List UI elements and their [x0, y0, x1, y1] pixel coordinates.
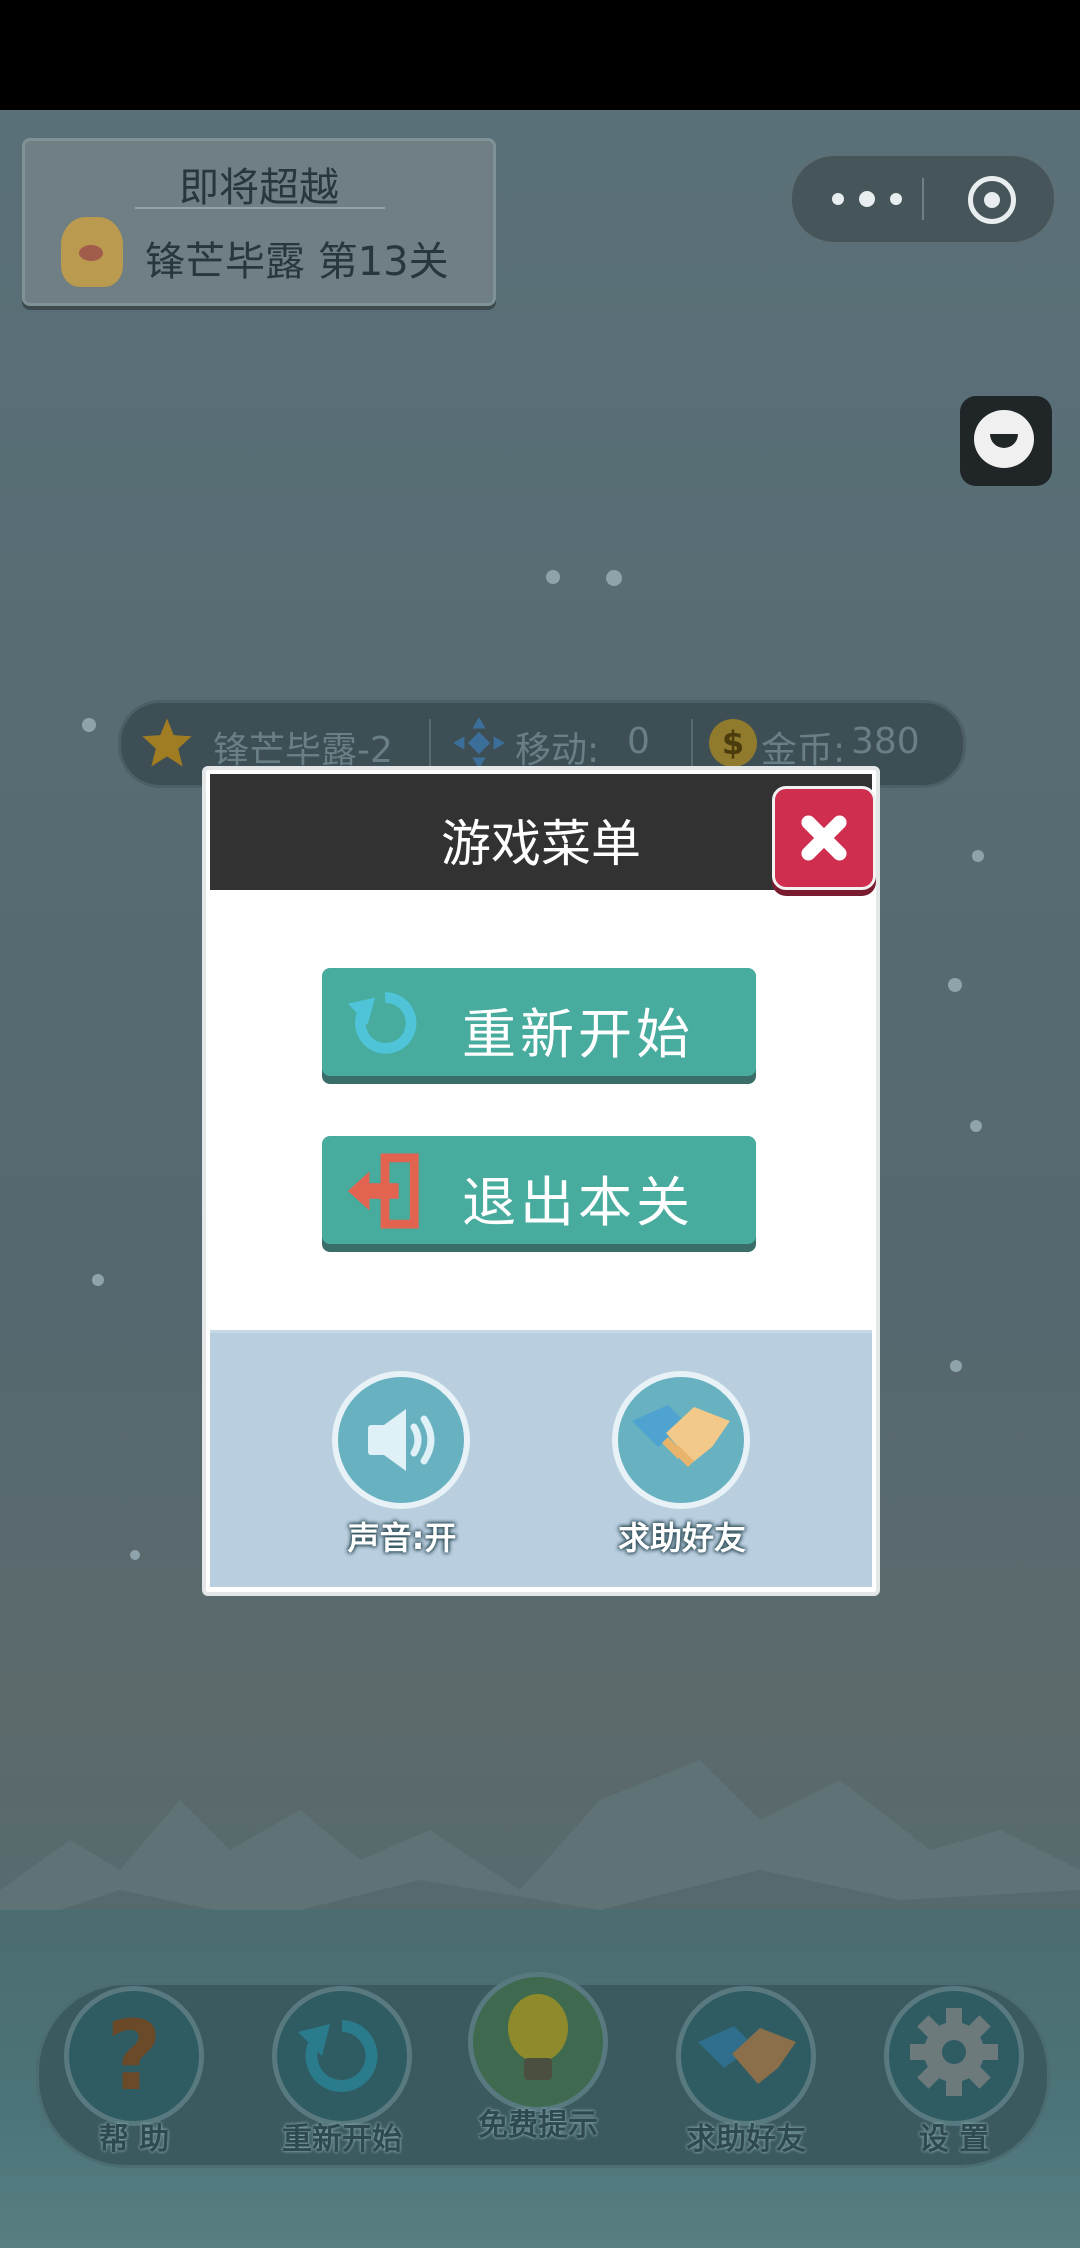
sound-toggle-button[interactable]	[332, 1371, 470, 1509]
dialog-footer: 声音:开 求助好友	[210, 1330, 872, 1587]
friend-avatar	[61, 217, 123, 287]
handshake-icon	[632, 1405, 730, 1467]
coin-icon: $	[709, 719, 757, 767]
more-icon[interactable]	[832, 186, 902, 212]
overtake-title: 即将超越	[179, 165, 339, 211]
hud-divider	[429, 719, 431, 769]
toolbar-restart-label: 重新开始	[282, 2122, 402, 2157]
help-label: 帮 助	[98, 2122, 170, 2157]
restart-button[interactable]: 重新开始	[322, 968, 756, 1076]
ask-friend-label: 求助好友	[617, 1519, 746, 1557]
sound-toggle-label: 声音:开	[347, 1519, 457, 1557]
free-hint-label: 免费提示	[478, 2108, 598, 2143]
move-arrows-icon	[453, 717, 505, 769]
exit-level-button[interactable]: 退出本关	[322, 1136, 756, 1244]
star-icon	[142, 718, 192, 767]
toolbar-ask-friend-label: 求助好友	[686, 2122, 806, 2157]
close-button[interactable]	[772, 786, 876, 890]
coins-value: 380	[851, 721, 920, 762]
dialog-header: 游戏菜单	[210, 774, 876, 890]
game-menu-dialog: 游戏菜单 重新开始 退出本关 声音:开 求助好友	[202, 766, 880, 1596]
chat-icon	[974, 410, 1034, 468]
miniprogram-capsule	[790, 154, 1056, 244]
overtake-card: 即将超越 锋芒毕露 第13关	[22, 138, 496, 306]
exit-level-label: 退出本关	[462, 1171, 694, 1234]
customer-service-button[interactable]	[960, 396, 1052, 486]
divider	[135, 207, 385, 209]
ask-friend-button[interactable]	[612, 1371, 750, 1509]
hud-divider	[691, 719, 693, 769]
overtake-target-name: 锋芒毕露 第13关	[145, 239, 449, 285]
status-bar	[0, 0, 1080, 110]
restart-label: 重新开始	[462, 1003, 694, 1066]
capsule-divider	[922, 178, 924, 220]
restart-icon	[347, 992, 417, 1054]
moves-value: 0	[627, 721, 650, 762]
handshake-icon	[698, 2026, 796, 2084]
close-miniprogram-icon[interactable]	[968, 176, 1016, 224]
question-icon: ?	[106, 2000, 162, 2112]
gear-icon	[910, 2008, 998, 2096]
exit-icon	[347, 1153, 419, 1229]
lightbulb-icon	[508, 1994, 568, 2080]
speaker-icon	[368, 1409, 435, 1471]
settings-label: 设 置	[918, 2122, 990, 2157]
restart-icon	[298, 2020, 378, 2092]
